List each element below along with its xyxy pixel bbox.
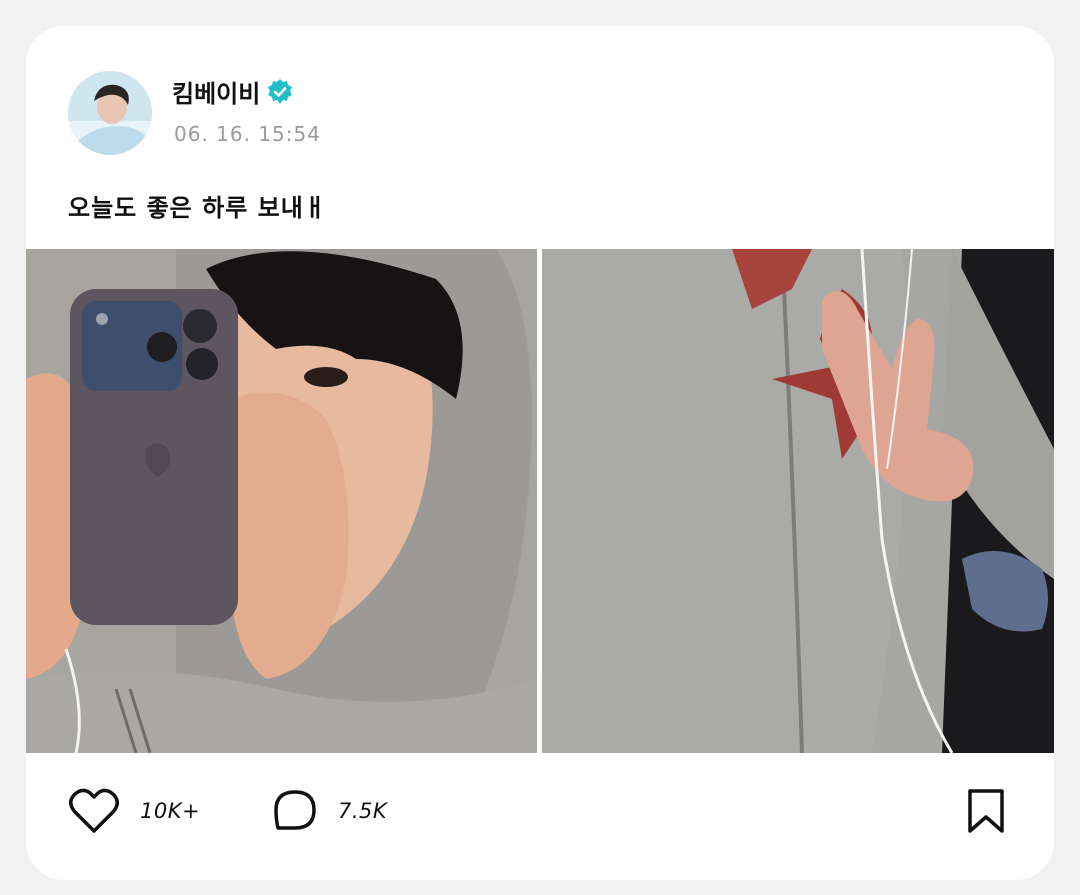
heart-icon bbox=[69, 788, 119, 833]
comment-button[interactable]: 7.5K bbox=[272, 784, 387, 838]
comment-count: 7.5K bbox=[338, 799, 388, 823]
bookmark-button[interactable] bbox=[964, 784, 1008, 838]
avatar[interactable] bbox=[68, 71, 152, 155]
post-timestamp: 06. 16. 15:54 bbox=[174, 122, 321, 146]
post-photo-2[interactable] bbox=[542, 249, 1054, 753]
comment-icon bbox=[274, 790, 316, 830]
like-count: 10K+ bbox=[140, 799, 201, 823]
bookmark-icon bbox=[968, 789, 1004, 833]
like-button[interactable]: 10K+ bbox=[68, 784, 200, 838]
post-photo-1[interactable] bbox=[26, 249, 537, 753]
verified-badge-icon bbox=[266, 78, 294, 106]
username[interactable]: 킴베이비 bbox=[172, 74, 260, 109]
post-caption: 오늘도 좋은 하루 보내ㅐ bbox=[68, 194, 327, 222]
post-card: 킴베이비 06. 16. 15:54 오늘도 좋은 하루 보내ㅐ 10K+ 7.… bbox=[26, 26, 1054, 880]
